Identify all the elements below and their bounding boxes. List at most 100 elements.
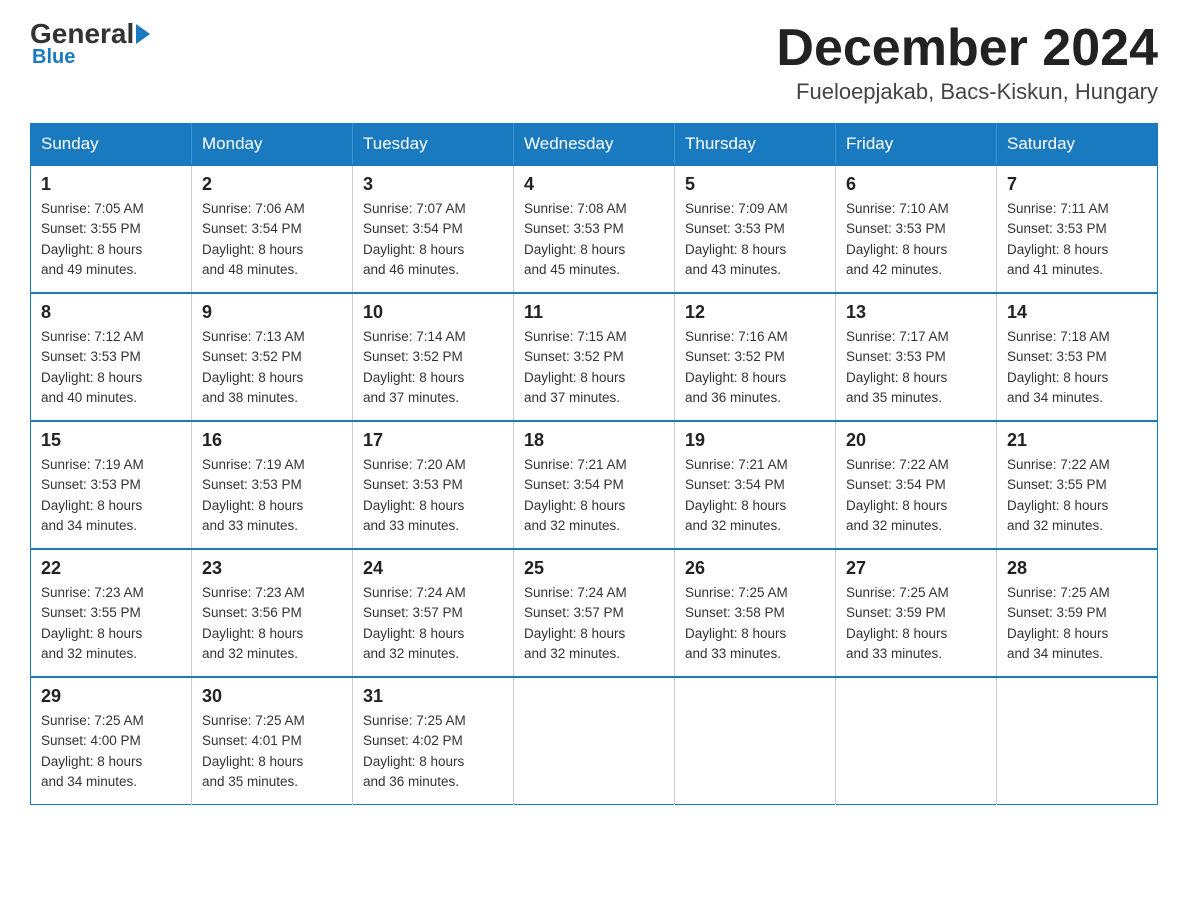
calendar-cell: 27 Sunrise: 7:25 AMSunset: 3:59 PMDaylig…: [836, 549, 997, 677]
day-number: 3: [363, 174, 503, 195]
calendar-cell: 23 Sunrise: 7:23 AMSunset: 3:56 PMDaylig…: [192, 549, 353, 677]
day-info: Sunrise: 7:25 AMSunset: 4:02 PMDaylight:…: [363, 713, 466, 789]
day-info: Sunrise: 7:23 AMSunset: 3:55 PMDaylight:…: [41, 585, 144, 661]
day-info: Sunrise: 7:21 AMSunset: 3:54 PMDaylight:…: [685, 457, 788, 533]
calendar-cell: 5 Sunrise: 7:09 AMSunset: 3:53 PMDayligh…: [675, 165, 836, 293]
day-number: 18: [524, 430, 664, 451]
day-info: Sunrise: 7:19 AMSunset: 3:53 PMDaylight:…: [202, 457, 305, 533]
day-number: 22: [41, 558, 181, 579]
day-info: Sunrise: 7:12 AMSunset: 3:53 PMDaylight:…: [41, 329, 144, 405]
calendar-cell: [836, 677, 997, 805]
day-info: Sunrise: 7:05 AMSunset: 3:55 PMDaylight:…: [41, 201, 144, 277]
weekday-header-monday: Monday: [192, 124, 353, 166]
weekday-header-friday: Friday: [836, 124, 997, 166]
calendar-cell: 10 Sunrise: 7:14 AMSunset: 3:52 PMDaylig…: [353, 293, 514, 421]
logo-text: General: [30, 20, 150, 48]
calendar-cell: 11 Sunrise: 7:15 AMSunset: 3:52 PMDaylig…: [514, 293, 675, 421]
calendar-cell: 4 Sunrise: 7:08 AMSunset: 3:53 PMDayligh…: [514, 165, 675, 293]
calendar-week-row: 15 Sunrise: 7:19 AMSunset: 3:53 PMDaylig…: [31, 421, 1158, 549]
day-number: 21: [1007, 430, 1147, 451]
calendar-cell: 28 Sunrise: 7:25 AMSunset: 3:59 PMDaylig…: [997, 549, 1158, 677]
month-title: December 2024: [776, 20, 1158, 77]
day-number: 28: [1007, 558, 1147, 579]
calendar-cell: 30 Sunrise: 7:25 AMSunset: 4:01 PMDaylig…: [192, 677, 353, 805]
calendar-cell: 21 Sunrise: 7:22 AMSunset: 3:55 PMDaylig…: [997, 421, 1158, 549]
calendar-cell: 7 Sunrise: 7:11 AMSunset: 3:53 PMDayligh…: [997, 165, 1158, 293]
calendar-cell: 17 Sunrise: 7:20 AMSunset: 3:53 PMDaylig…: [353, 421, 514, 549]
weekday-header-row: SundayMondayTuesdayWednesdayThursdayFrid…: [31, 124, 1158, 166]
day-info: Sunrise: 7:25 AMSunset: 3:59 PMDaylight:…: [846, 585, 949, 661]
day-info: Sunrise: 7:06 AMSunset: 3:54 PMDaylight:…: [202, 201, 305, 277]
day-number: 11: [524, 302, 664, 323]
day-number: 7: [1007, 174, 1147, 195]
day-number: 16: [202, 430, 342, 451]
calendar-cell: 29 Sunrise: 7:25 AMSunset: 4:00 PMDaylig…: [31, 677, 192, 805]
calendar-cell: 2 Sunrise: 7:06 AMSunset: 3:54 PMDayligh…: [192, 165, 353, 293]
day-info: Sunrise: 7:25 AMSunset: 4:00 PMDaylight:…: [41, 713, 144, 789]
day-number: 25: [524, 558, 664, 579]
logo-general: General: [30, 18, 134, 49]
day-info: Sunrise: 7:23 AMSunset: 3:56 PMDaylight:…: [202, 585, 305, 661]
page-header: General Blue December 2024 Fueloepjakab,…: [30, 20, 1158, 105]
calendar-cell: [997, 677, 1158, 805]
day-number: 15: [41, 430, 181, 451]
day-number: 14: [1007, 302, 1147, 323]
calendar-cell: 16 Sunrise: 7:19 AMSunset: 3:53 PMDaylig…: [192, 421, 353, 549]
calendar-cell: 3 Sunrise: 7:07 AMSunset: 3:54 PMDayligh…: [353, 165, 514, 293]
day-info: Sunrise: 7:10 AMSunset: 3:53 PMDaylight:…: [846, 201, 949, 277]
day-number: 24: [363, 558, 503, 579]
calendar-cell: 25 Sunrise: 7:24 AMSunset: 3:57 PMDaylig…: [514, 549, 675, 677]
day-number: 12: [685, 302, 825, 323]
day-info: Sunrise: 7:22 AMSunset: 3:54 PMDaylight:…: [846, 457, 949, 533]
day-info: Sunrise: 7:16 AMSunset: 3:52 PMDaylight:…: [685, 329, 788, 405]
logo-arrow-icon: [136, 24, 150, 44]
calendar-week-row: 22 Sunrise: 7:23 AMSunset: 3:55 PMDaylig…: [31, 549, 1158, 677]
calendar-week-row: 1 Sunrise: 7:05 AMSunset: 3:55 PMDayligh…: [31, 165, 1158, 293]
day-number: 13: [846, 302, 986, 323]
day-info: Sunrise: 7:22 AMSunset: 3:55 PMDaylight:…: [1007, 457, 1110, 533]
day-number: 20: [846, 430, 986, 451]
day-info: Sunrise: 7:25 AMSunset: 3:59 PMDaylight:…: [1007, 585, 1110, 661]
day-number: 8: [41, 302, 181, 323]
calendar-cell: 31 Sunrise: 7:25 AMSunset: 4:02 PMDaylig…: [353, 677, 514, 805]
day-number: 9: [202, 302, 342, 323]
day-number: 29: [41, 686, 181, 707]
day-info: Sunrise: 7:20 AMSunset: 3:53 PMDaylight:…: [363, 457, 466, 533]
calendar-cell: 20 Sunrise: 7:22 AMSunset: 3:54 PMDaylig…: [836, 421, 997, 549]
day-info: Sunrise: 7:24 AMSunset: 3:57 PMDaylight:…: [524, 585, 627, 661]
logo-blue: Blue: [30, 46, 75, 69]
day-number: 6: [846, 174, 986, 195]
calendar-cell: 15 Sunrise: 7:19 AMSunset: 3:53 PMDaylig…: [31, 421, 192, 549]
day-number: 1: [41, 174, 181, 195]
weekday-header-wednesday: Wednesday: [514, 124, 675, 166]
day-info: Sunrise: 7:14 AMSunset: 3:52 PMDaylight:…: [363, 329, 466, 405]
day-number: 2: [202, 174, 342, 195]
location-title: Fueloepjakab, Bacs-Kiskun, Hungary: [776, 79, 1158, 105]
calendar-cell: 6 Sunrise: 7:10 AMSunset: 3:53 PMDayligh…: [836, 165, 997, 293]
weekday-header-thursday: Thursday: [675, 124, 836, 166]
day-info: Sunrise: 7:19 AMSunset: 3:53 PMDaylight:…: [41, 457, 144, 533]
calendar-cell: [514, 677, 675, 805]
day-number: 17: [363, 430, 503, 451]
calendar-cell: 12 Sunrise: 7:16 AMSunset: 3:52 PMDaylig…: [675, 293, 836, 421]
day-number: 31: [363, 686, 503, 707]
calendar-cell: 26 Sunrise: 7:25 AMSunset: 3:58 PMDaylig…: [675, 549, 836, 677]
calendar-cell: 13 Sunrise: 7:17 AMSunset: 3:53 PMDaylig…: [836, 293, 997, 421]
weekday-header-tuesday: Tuesday: [353, 124, 514, 166]
day-info: Sunrise: 7:15 AMSunset: 3:52 PMDaylight:…: [524, 329, 627, 405]
day-info: Sunrise: 7:18 AMSunset: 3:53 PMDaylight:…: [1007, 329, 1110, 405]
weekday-header-saturday: Saturday: [997, 124, 1158, 166]
day-info: Sunrise: 7:24 AMSunset: 3:57 PMDaylight:…: [363, 585, 466, 661]
weekday-header-sunday: Sunday: [31, 124, 192, 166]
day-number: 5: [685, 174, 825, 195]
calendar-cell: 19 Sunrise: 7:21 AMSunset: 3:54 PMDaylig…: [675, 421, 836, 549]
day-info: Sunrise: 7:13 AMSunset: 3:52 PMDaylight:…: [202, 329, 305, 405]
calendar-cell: 1 Sunrise: 7:05 AMSunset: 3:55 PMDayligh…: [31, 165, 192, 293]
calendar-table: SundayMondayTuesdayWednesdayThursdayFrid…: [30, 123, 1158, 805]
calendar-cell: 8 Sunrise: 7:12 AMSunset: 3:53 PMDayligh…: [31, 293, 192, 421]
day-info: Sunrise: 7:21 AMSunset: 3:54 PMDaylight:…: [524, 457, 627, 533]
day-info: Sunrise: 7:25 AMSunset: 4:01 PMDaylight:…: [202, 713, 305, 789]
calendar-cell: 24 Sunrise: 7:24 AMSunset: 3:57 PMDaylig…: [353, 549, 514, 677]
day-info: Sunrise: 7:09 AMSunset: 3:53 PMDaylight:…: [685, 201, 788, 277]
day-number: 10: [363, 302, 503, 323]
